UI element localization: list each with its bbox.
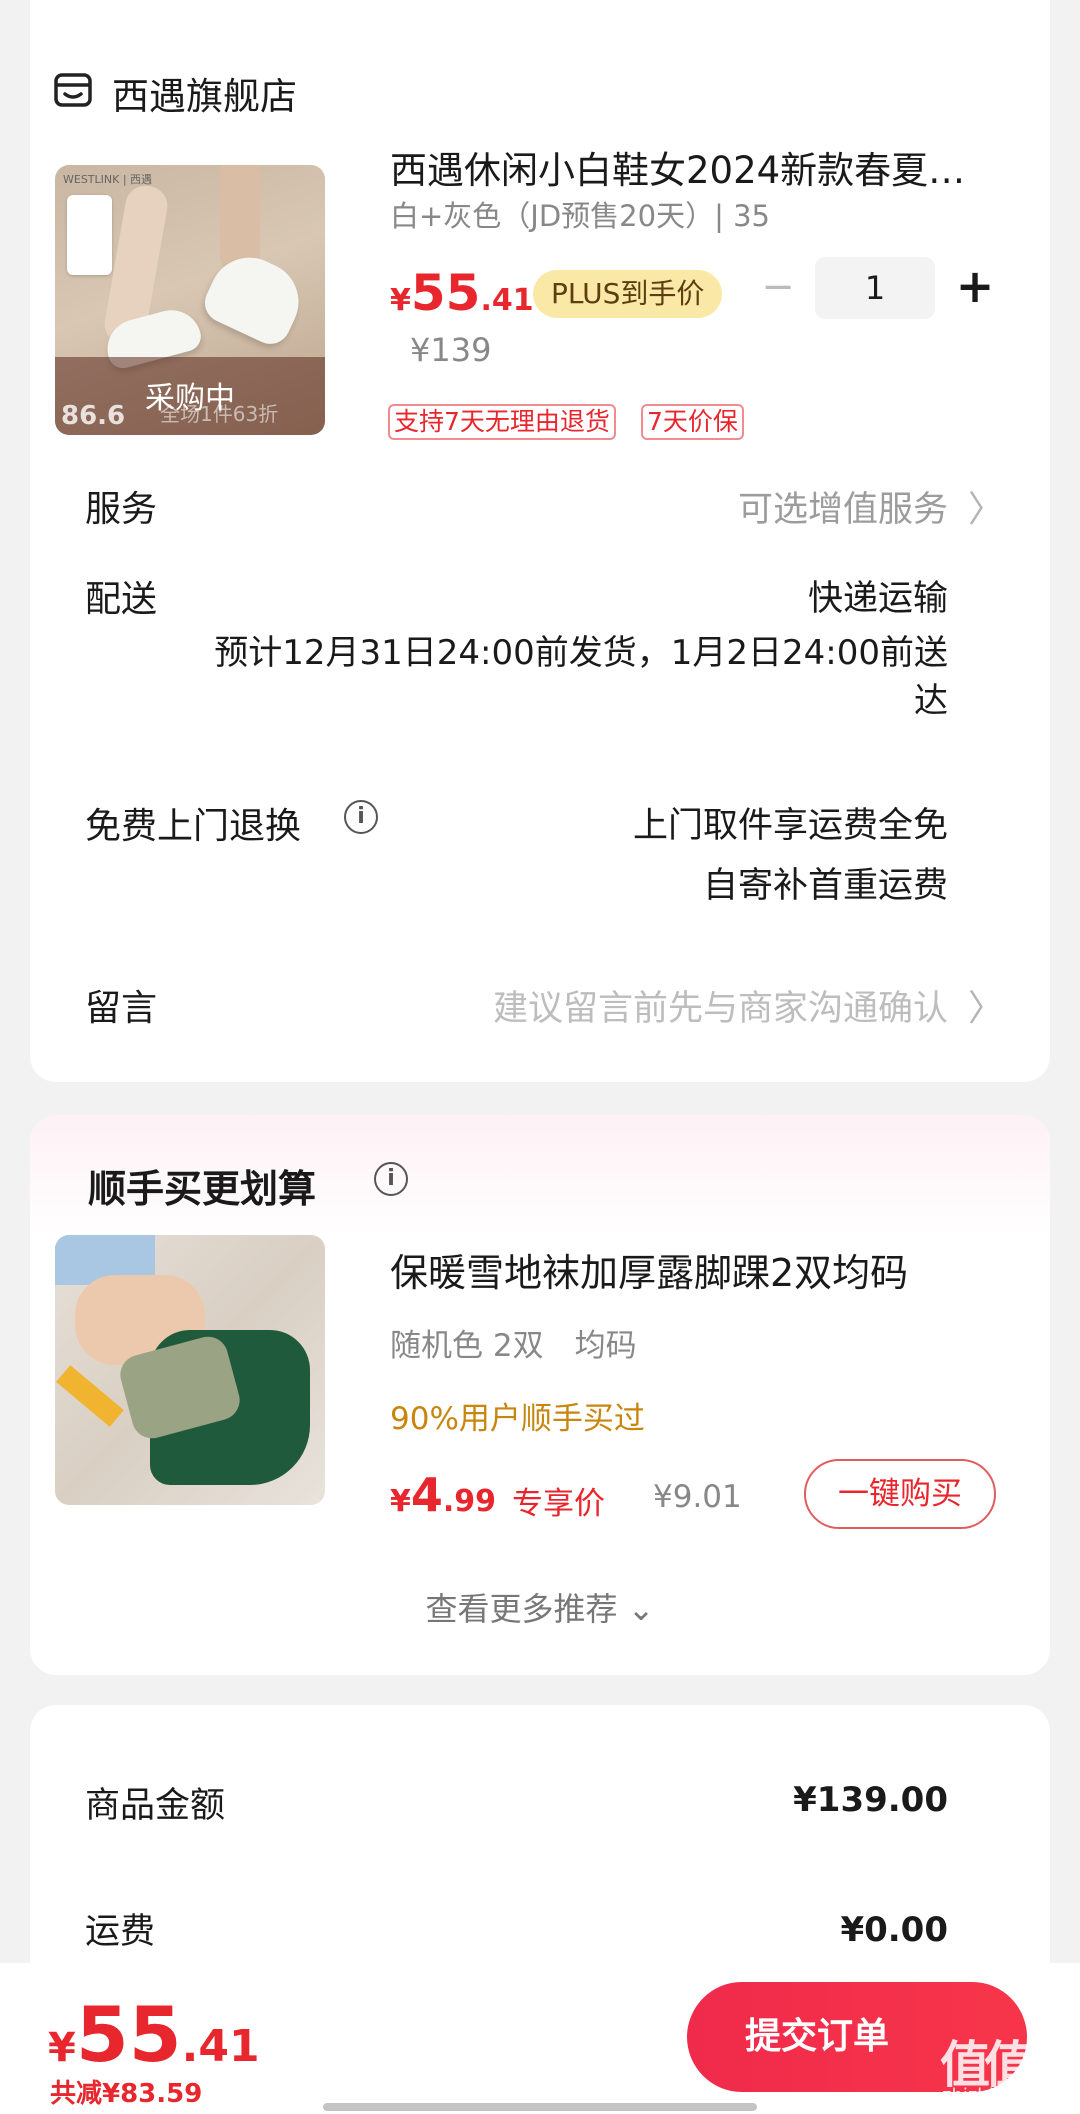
self-send-text: 自寄补首重运费 [702, 866, 948, 906]
total-price: ¥55.41 [48, 1990, 260, 2079]
one-click-buy-button[interactable]: 一键购买 [804, 1459, 996, 1529]
price-currency: ¥ [48, 2025, 76, 2071]
goods-amount-value: ¥139.00 [793, 1780, 948, 1820]
info-icon[interactable]: i [344, 800, 378, 834]
submit-order-label: 提交订单 [744, 2016, 889, 2057]
recommend-item-spec: 随机色 2双 均码 [390, 1328, 637, 1364]
shipping-value: ¥0.00 [840, 1910, 948, 1950]
product-thumbnail[interactable]: WESTLINK | 西遇 86.6 全场1件63折 采购中 [55, 165, 325, 435]
price-integer: 55 [410, 264, 481, 322]
recommend-price: ¥4.99 [390, 1468, 496, 1522]
price-decimal: .99 [442, 1484, 497, 1519]
product-title[interactable]: 西遇休闲小白鞋女2024新款春夏… [390, 140, 990, 194]
recommend-social-proof: 90%用户顺手买过 [390, 1401, 645, 1437]
price-currency: ¥ [390, 1484, 411, 1519]
delivery-method: 快递运输 [807, 579, 948, 619]
shipping-label: 运费 [85, 1912, 156, 1952]
recommend-original-price: ¥9.01 [653, 1479, 742, 1515]
quantity-decrease-button[interactable]: − [758, 262, 798, 312]
pencil-image [56, 1365, 124, 1427]
total-discount[interactable]: 共减¥83.59 [50, 2073, 202, 2110]
see-more-recommend-link[interactable]: 查看更多推荐 ⌄ [0, 1584, 1080, 1630]
store-icon [53, 70, 93, 110]
delivery-label: 配送 [85, 579, 158, 620]
price-decimal: .41 [480, 283, 534, 318]
purchasing-overlay: 采购中 [145, 381, 235, 416]
return-policy-tag: 支持7天无理由退货 [388, 404, 616, 440]
note-label: 留言 [85, 988, 158, 1029]
quantity-input[interactable]: 1 [815, 257, 935, 319]
thumb-brand-logo: WESTLINK | 西遇 [63, 173, 153, 186]
recommend-thumbnail[interactable] [55, 1235, 325, 1505]
price-integer: 4 [410, 1468, 443, 1522]
quantity-increase-button[interactable]: + [953, 258, 997, 314]
chevron-right-icon[interactable]: 〉 [968, 480, 1004, 532]
note-input[interactable]: 建议留言前先与商家沟通确认 [493, 980, 948, 1031]
chevron-right-icon[interactable]: 〉 [968, 979, 1004, 1031]
service-value[interactable]: 可选增值服务 [738, 481, 948, 532]
price-currency: ¥ [390, 283, 411, 318]
free-return-label: 免费上门退换 [85, 806, 302, 847]
service-label: 服务 [85, 489, 158, 530]
goods-amount-label: 商品金额 [85, 1786, 226, 1826]
site-watermark-url: zhizhizhi.com [942, 2085, 1064, 2106]
thumb-mini-card [67, 195, 112, 275]
special-price-label: 专享价 [512, 1486, 605, 1522]
price-decimal: .41 [181, 2021, 260, 2072]
free-pickup-text: 上门取件享运费全免 [632, 806, 948, 846]
recommend-title: 顺手买更划算 [88, 1167, 317, 1211]
original-price: ¥139 [410, 331, 492, 369]
delivery-estimate-cont: 达 [914, 681, 948, 721]
info-icon[interactable]: i [374, 1162, 408, 1196]
shoe-image [198, 244, 312, 351]
product-price: ¥55.41 [390, 264, 534, 322]
price-protect-tag: 7天价保 [641, 404, 744, 440]
plus-price-badge: PLUS到手价 [533, 270, 723, 318]
store-name[interactable]: 西遇旗舰店 [112, 66, 297, 120]
price-integer: 55 [75, 1990, 182, 2079]
product-spec[interactable]: 白+灰色（JD预售20天）| 35 [390, 193, 770, 235]
home-indicator[interactable] [323, 2103, 757, 2111]
recommend-item-name[interactable]: 保暖雪地袜加厚露脚踝2双均码 [390, 1242, 908, 1297]
delivery-estimate: 预计12月31日24:00前发货，1月2日24:00前送 [214, 633, 948, 673]
